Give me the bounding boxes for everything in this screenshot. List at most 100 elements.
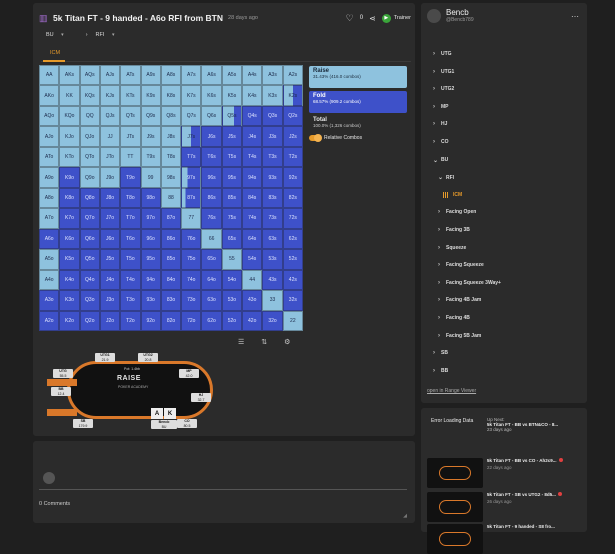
range-cell-J8s[interactable]: J8s <box>160 126 182 147</box>
range-cell-A7s[interactable]: A7s <box>181 65 202 86</box>
range-cell-A6s[interactable]: A6s <box>201 65 222 86</box>
trainer-button[interactable]: ▶ Trainer <box>381 13 411 23</box>
range-cell-K5o[interactable]: K5o <box>59 249 80 270</box>
relative-combos-toggle[interactable] <box>309 134 322 142</box>
range-cell-33[interactable]: 33 <box>262 290 283 311</box>
range-cell-AA[interactable]: AA <box>39 65 60 86</box>
range-cell-Q7s[interactable]: Q7s <box>181 105 202 127</box>
range-cell-T6s[interactable]: T6s <box>201 146 222 168</box>
video-title[interactable]: 5k Titan FT - BB vs CO - Ah2c9... <box>487 458 563 463</box>
range-cell-QTo[interactable]: QTo <box>79 146 100 168</box>
video-thumbnail[interactable] <box>427 492 483 522</box>
range-cell-32s[interactable]: 32s <box>282 290 303 311</box>
range-cell-Q4o[interactable]: Q4o <box>79 269 100 291</box>
range-cell-K4s[interactable]: K4s <box>242 85 263 106</box>
range-cell-74s[interactable]: 74s <box>242 208 263 229</box>
video-thumbnail[interactable] <box>427 524 483 554</box>
range-cell-74o[interactable]: 74o <box>181 269 202 291</box>
range-cell-T5o[interactable]: T5o <box>120 249 141 270</box>
range-cell-54o[interactable]: 54o <box>221 269 243 291</box>
range-cell-Q6o[interactable]: Q6o <box>79 228 100 250</box>
range-cell-95o[interactable]: 95o <box>140 249 161 270</box>
range-cell-97s[interactable]: 97s <box>181 167 202 188</box>
range-cell-J3o[interactable]: J3o <box>99 290 121 311</box>
range-cell-T4o[interactable]: T4o <box>120 269 141 291</box>
range-cell-76o[interactable]: 76o <box>181 228 202 250</box>
range-cell-T8o[interactable]: T8o <box>120 187 141 209</box>
range-cell-98s[interactable]: 98s <box>160 167 182 188</box>
range-cell-K9o[interactable]: K9o <box>59 167 80 188</box>
range-cell-QTs[interactable]: QTs <box>120 105 141 127</box>
range-cell-A3o[interactable]: A3o <box>39 290 60 311</box>
heart-icon[interactable]: ♡ <box>346 13 354 24</box>
list-icon[interactable]: ☰ <box>238 338 244 346</box>
range-cell-AKo[interactable]: AKo <box>39 85 60 106</box>
tree-item-facing-open[interactable]: › Facing Open <box>438 209 476 215</box>
range-cell-32o[interactable]: 32o <box>262 310 283 331</box>
tree-item-rfi[interactable]: ⌄ RFI <box>438 174 454 182</box>
range-cell-84o[interactable]: 84o <box>160 269 182 291</box>
range-cell-87s[interactable]: 87s <box>181 187 202 209</box>
range-cell-K4o[interactable]: K4o <box>59 269 80 291</box>
range-cell-A6o[interactable]: A6o <box>39 228 60 250</box>
range-cell-K9s[interactable]: K9s <box>140 85 161 106</box>
range-cell-KTo[interactable]: KTo <box>59 146 80 168</box>
range-cell-Q2s[interactable]: Q2s <box>282 105 303 127</box>
range-cell-KTs[interactable]: KTs <box>120 85 141 106</box>
range-cell-J7o[interactable]: J7o <box>99 208 121 229</box>
range-cell-Q9s[interactable]: Q9s <box>140 105 161 127</box>
range-cell-T9o[interactable]: T9o <box>120 167 141 188</box>
range-cell-QQ[interactable]: QQ <box>79 105 100 127</box>
open-range-viewer-link[interactable]: open in Range Viewer <box>427 388 476 394</box>
range-cell-J9s[interactable]: J9s <box>140 126 161 147</box>
resize-handle-icon[interactable]: ◢ <box>403 513 407 519</box>
range-cell-T8s[interactable]: T8s <box>160 146 182 168</box>
range-cell-K3o[interactable]: K3o <box>59 290 80 311</box>
range-cell-53o[interactable]: 53o <box>221 290 243 311</box>
range-cell-83s[interactable]: 83s <box>262 187 283 209</box>
range-cell-62s[interactable]: 62s <box>282 228 303 250</box>
range-cell-K5s[interactable]: K5s <box>221 85 243 106</box>
range-cell-77[interactable]: 77 <box>181 208 202 229</box>
comment-input[interactable] <box>39 455 407 490</box>
range-cell-T3o[interactable]: T3o <box>120 290 141 311</box>
range-cell-JTs[interactable]: JTs <box>120 126 141 147</box>
range-cell-44[interactable]: 44 <box>242 269 263 291</box>
range-cell-K3s[interactable]: K3s <box>262 85 283 106</box>
range-cell-K7s[interactable]: K7s <box>181 85 202 106</box>
range-cell-KJs[interactable]: KJs <box>99 85 121 106</box>
tree-item-bu[interactable]: ⌄ BU <box>433 157 448 164</box>
more-options-icon[interactable]: ⋯ <box>571 12 579 21</box>
range-cell-93s[interactable]: 93s <box>262 167 283 188</box>
range-cell-QJs[interactable]: QJs <box>99 105 121 127</box>
range-cell-Q8o[interactable]: Q8o <box>79 187 100 209</box>
range-cell-A2s[interactable]: A2s <box>282 65 303 86</box>
range-cell-K8o[interactable]: K8o <box>59 187 80 209</box>
video-thumbnail[interactable] <box>427 458 483 488</box>
range-cell-T7o[interactable]: T7o <box>120 208 141 229</box>
sort-icon[interactable]: ⇅ <box>261 338 267 346</box>
range-cell-55[interactable]: 55 <box>221 249 243 270</box>
range-cell-54s[interactable]: 54s <box>242 249 263 270</box>
range-cell-99[interactable]: 99 <box>140 167 161 188</box>
range-cell-J8o[interactable]: J8o <box>99 187 121 209</box>
range-cell-94s[interactable]: 94s <box>242 167 263 188</box>
position-select[interactable]: BU ▾ <box>46 32 70 38</box>
tree-item-facing-4b-jam[interactable]: › Facing 4B Jam <box>438 297 481 303</box>
range-cell-K6o[interactable]: K6o <box>59 228 80 250</box>
range-cell-Q8s[interactable]: Q8s <box>160 105 182 127</box>
fold-summary[interactable]: Fold 68.57% (909.2 combos) <box>309 91 407 113</box>
range-cell-85o[interactable]: 85o <box>160 249 182 270</box>
range-cell-86o[interactable]: 86o <box>160 228 182 250</box>
range-cell-J9o[interactable]: J9o <box>99 167 121 188</box>
range-cell-96s[interactable]: 96s <box>201 167 222 188</box>
range-cell-87o[interactable]: 87o <box>160 208 182 229</box>
range-cell-93o[interactable]: 93o <box>140 290 161 311</box>
range-cell-J2o[interactable]: J2o <box>99 310 121 331</box>
raise-summary[interactable]: Raise 31.43% (416.0 combos) <box>309 66 407 88</box>
range-cell-J5s[interactable]: J5s <box>221 126 243 147</box>
range-cell-T3s[interactable]: T3s <box>262 146 283 168</box>
range-cell-75s[interactable]: 75s <box>221 208 243 229</box>
tree-item-mp[interactable]: › MP <box>433 104 449 110</box>
range-cell-85s[interactable]: 85s <box>221 187 243 209</box>
